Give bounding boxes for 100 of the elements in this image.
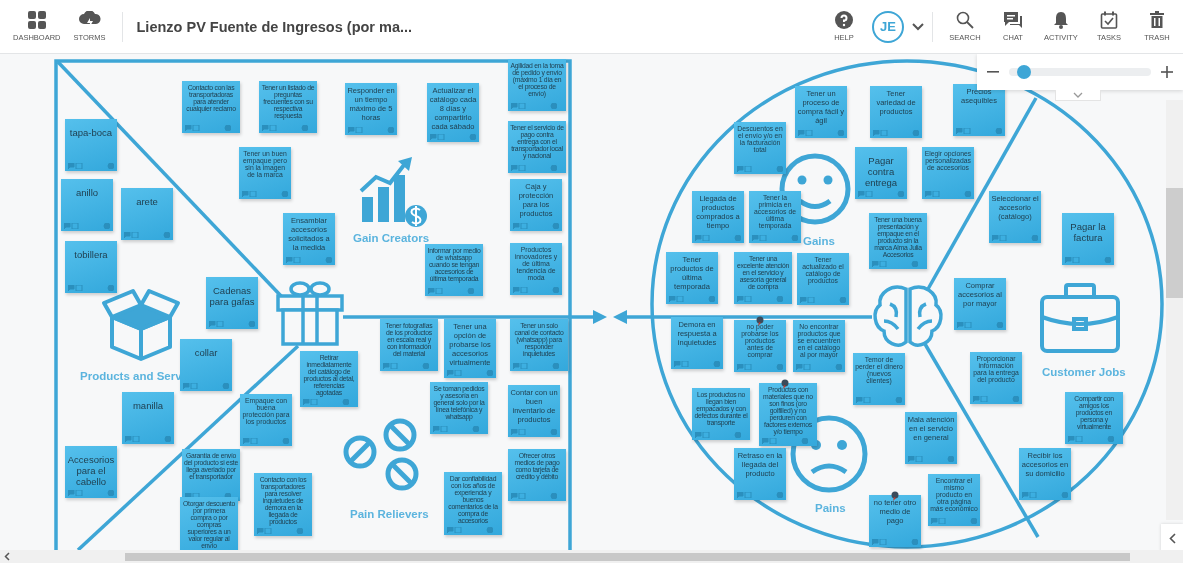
note-actions-icon[interactable]: [1022, 492, 1068, 498]
sticky-note[interactable]: collar: [180, 339, 232, 391]
note-actions-icon[interactable]: [931, 518, 977, 524]
note-actions-icon[interactable]: [430, 134, 476, 140]
note-actions-icon[interactable]: [992, 235, 1038, 241]
horizontal-scrollbar[interactable]: [0, 550, 1183, 563]
note-text: Accesorios para el cabello: [67, 454, 115, 487]
calendar-check-icon: [1100, 11, 1118, 29]
section-label: Pain Relievers: [350, 508, 429, 520]
note-actions-icon[interactable]: [796, 364, 842, 370]
note-text: arete: [136, 196, 158, 207]
search-icon: [956, 11, 974, 29]
note-actions-icon[interactable]: [511, 165, 557, 171]
note-actions-icon[interactable]: [511, 103, 557, 109]
note-actions-icon[interactable]: [798, 130, 844, 136]
note-actions-icon[interactable]: [64, 223, 110, 229]
bell-icon: [1053, 11, 1069, 29]
note-actions-icon[interactable]: [348, 127, 394, 133]
section-label: Gain Creators: [353, 232, 430, 244]
note-actions-icon[interactable]: [68, 163, 114, 169]
note-text: Pagar la factura: [1069, 221, 1107, 243]
note-actions-icon[interactable]: [242, 191, 288, 197]
note-actions-icon[interactable]: [737, 166, 783, 172]
note-actions-icon[interactable]: [303, 399, 349, 405]
note-actions-icon[interactable]: [1068, 436, 1114, 442]
note-actions-icon[interactable]: [737, 296, 783, 302]
note-actions-icon[interactable]: [68, 285, 114, 291]
note-actions-icon[interactable]: [286, 257, 332, 263]
note-actions-icon[interactable]: [908, 456, 954, 462]
note-text: Cadenas para gafas: [208, 285, 256, 307]
note-actions-icon[interactable]: [428, 288, 474, 294]
note-actions-icon[interactable]: [243, 438, 289, 444]
note-actions-icon[interactable]: [1065, 257, 1111, 263]
sticky-note[interactable]: anillo: [61, 179, 113, 231]
note-actions-icon[interactable]: [873, 130, 919, 136]
note-actions-icon[interactable]: [513, 223, 559, 229]
sticky-note[interactable]: Pagar la factura: [1062, 213, 1114, 265]
note-actions-icon[interactable]: [858, 191, 904, 197]
note-actions-icon[interactable]: [669, 296, 715, 302]
sticky-note[interactable]: tobillera: [65, 241, 117, 293]
sticky-note[interactable]: arete: [121, 188, 173, 240]
note-actions-icon[interactable]: [447, 370, 493, 376]
note-actions-icon[interactable]: [383, 363, 429, 369]
zoom-slider[interactable]: [1009, 68, 1151, 76]
side-panel-toggle[interactable]: [1161, 524, 1183, 550]
note-actions-icon[interactable]: [124, 232, 170, 238]
note-actions-icon[interactable]: [695, 432, 741, 438]
pills-icon: [343, 418, 419, 491]
note-actions-icon[interactable]: [800, 297, 846, 303]
note-actions-icon[interactable]: [925, 191, 971, 197]
note-actions-icon[interactable]: [674, 361, 720, 367]
section-label: Gains: [803, 235, 835, 247]
note-actions-icon[interactable]: [872, 539, 918, 545]
note-actions-icon[interactable]: [737, 492, 783, 498]
chevron-left-icon[interactable]: [4, 552, 10, 561]
sticky-note[interactable]: Cadenas para gafas: [206, 277, 258, 329]
note-actions-icon[interactable]: [513, 363, 559, 369]
note-actions-icon[interactable]: [68, 490, 114, 496]
note-actions-icon[interactable]: [872, 261, 918, 267]
sticky-note[interactable]: manilla: [122, 392, 174, 444]
chevron-down-icon: [1073, 92, 1083, 98]
dashboard-icon: [27, 11, 46, 29]
sticky-note[interactable]: tapa-boca: [65, 119, 117, 171]
note-actions-icon[interactable]: [973, 396, 1019, 402]
note-text: tapa-boca: [69, 127, 113, 138]
user-avatar[interactable]: JE: [872, 10, 904, 43]
panel-toggle[interactable]: [1055, 90, 1101, 101]
sticky-note[interactable]: Accesorios para el cabello: [65, 446, 117, 498]
note-actions-icon[interactable]: [956, 128, 1002, 134]
chevron-left-icon: [1168, 532, 1176, 544]
chart-icon: [359, 157, 427, 227]
note-actions-icon[interactable]: [762, 438, 808, 444]
note-actions-icon[interactable]: [752, 235, 798, 241]
note-text: anillo: [75, 187, 99, 198]
note-actions-icon[interactable]: [209, 321, 255, 327]
note-actions-icon[interactable]: [447, 527, 493, 533]
slider-thumb[interactable]: [1016, 65, 1031, 79]
section-label: Pains: [815, 502, 846, 514]
sticky-note[interactable]: Pagar contra entrega: [855, 147, 907, 199]
note-actions-icon[interactable]: [125, 436, 171, 442]
note-text: tobillera: [74, 249, 108, 260]
trash-icon: [1149, 11, 1165, 29]
chevron-down-icon[interactable]: [912, 22, 924, 31]
note-actions-icon[interactable]: [695, 235, 741, 241]
note-actions-icon[interactable]: [511, 493, 557, 499]
vertical-scrollbar[interactable]: [1166, 100, 1183, 520]
note-actions-icon[interactable]: [183, 383, 229, 389]
note-actions-icon[interactable]: [185, 125, 231, 131]
note-actions-icon[interactable]: [257, 528, 303, 534]
note-actions-icon[interactable]: [262, 125, 308, 131]
note-actions-icon[interactable]: [737, 364, 783, 370]
note-actions-icon[interactable]: [957, 322, 1003, 328]
note-actions-icon[interactable]: [511, 429, 557, 435]
note-actions-icon[interactable]: [856, 397, 902, 403]
zoom-in-icon[interactable]: [1161, 66, 1173, 78]
note-actions-icon[interactable]: [513, 287, 559, 293]
note-text: collar: [194, 347, 218, 358]
board-title: Lienzo PV Fuente de Ingresos (por ma...: [136, 18, 413, 35]
note-actions-icon[interactable]: [433, 426, 479, 432]
chat-icon: [1003, 11, 1023, 29]
